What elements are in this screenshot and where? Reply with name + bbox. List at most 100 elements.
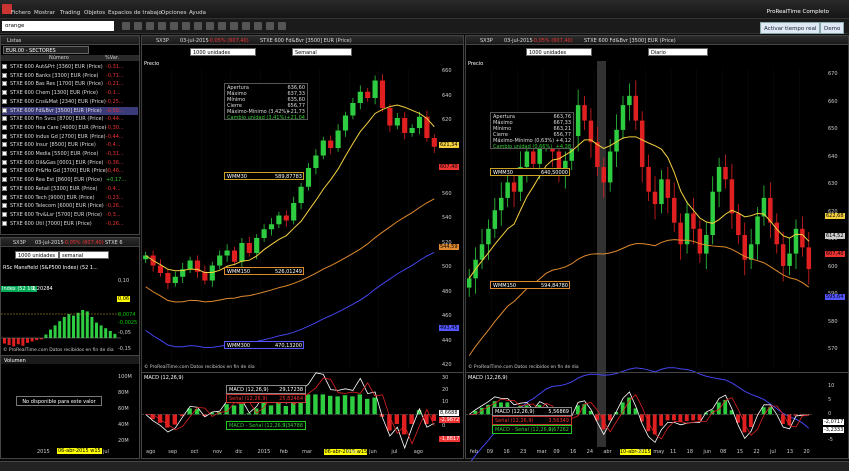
channel-icon[interactable] xyxy=(170,22,178,30)
fibonacci-icon[interactable] xyxy=(182,22,190,30)
list-item-checkbox[interactable] xyxy=(2,72,7,78)
y-axis-label: 480 xyxy=(442,288,452,295)
list-item-checkbox[interactable] xyxy=(2,151,7,156)
menu-ayuda[interactable]: Ayuda xyxy=(189,10,206,16)
search-input[interactable]: orange xyxy=(2,21,114,31)
x-axis-label: 08 xyxy=(720,449,727,455)
rsc-bar xyxy=(30,338,34,342)
menu-bar: Fichero Mostrar Trading Objetos Espacios… xyxy=(0,0,849,19)
weekly-name: STXE 600 Fd&Bvr [3500] EUR (Price) xyxy=(260,38,352,44)
eraser-icon[interactable] xyxy=(218,22,226,30)
bar-chart-icon[interactable] xyxy=(122,22,130,30)
list-item-checkbox[interactable] xyxy=(2,64,7,69)
daily-macd-bar xyxy=(787,414,792,426)
rsc-bar xyxy=(113,333,117,338)
list-item[interactable]: STXE 600 Insur [8500] EUR (Price) -0,4... xyxy=(2,141,138,149)
weekly-period-select[interactable]: Semanal xyxy=(292,48,352,56)
list-item[interactable]: STXE 600 Aut&Prt [3360] EUR (Price) -0,31… xyxy=(2,63,138,71)
list-item[interactable]: STXE 600 Indus Gd [2700] EUR (Price) -0,4… xyxy=(2,133,138,141)
line-tool-icon[interactable] xyxy=(158,22,166,30)
zoom-icon[interactable] xyxy=(146,22,154,30)
weekly-units-select[interactable]: 1000 unidades xyxy=(190,48,256,56)
list-item[interactable]: STXE 600 Pr&Ho Gd [3700] EUR (Price) -0,4… xyxy=(2,167,138,175)
menu-fichero[interactable]: Fichero xyxy=(11,10,31,16)
realtime-button[interactable]: Activar tiempo real xyxy=(760,22,821,34)
daily-macd-axis-0: 0 xyxy=(828,411,832,417)
text-tool-icon[interactable] xyxy=(194,22,202,30)
y-axis-label: 640 xyxy=(442,92,452,99)
menu-mostrar[interactable]: Mostrar xyxy=(34,10,55,16)
measure-icon[interactable] xyxy=(206,22,214,30)
list-item[interactable]: STXE 600 Rea Est [8600] EUR (Price) +0,17… xyxy=(2,176,138,184)
demo-button[interactable]: Demo xyxy=(820,22,845,34)
small-units-select[interactable]: 1000 unidades xyxy=(15,251,59,259)
list-item-name: STXE 600 Rea Est [8600] EUR (Price) xyxy=(10,177,103,184)
list-item[interactable]: STXE 600 Retail [5300] EUR (Price) -0,4..… xyxy=(2,185,138,193)
menu-espacios[interactable]: Espacios de trabajo xyxy=(108,10,162,16)
daily-units-select[interactable]: 1000 unidades xyxy=(526,48,592,56)
list-item-checkbox[interactable] xyxy=(2,142,7,148)
daily-period-select[interactable]: Diario xyxy=(648,48,708,56)
list-item-checkbox[interactable] xyxy=(2,81,7,87)
grid-icon[interactable] xyxy=(278,22,286,30)
magnet-icon[interactable] xyxy=(242,22,250,30)
list-item-checkbox[interactable] xyxy=(2,220,7,226)
list-item[interactable]: STXE 600 Tech [9000] EUR (Price) -0,23... xyxy=(2,194,138,202)
list-selector[interactable]: EUR.00 - SECTORES xyxy=(3,46,89,54)
list-item-var: -0,30... xyxy=(106,124,124,131)
list-item-name: STXE 600 Indus Gd [2700] EUR (Price) xyxy=(10,133,106,140)
daily-candle xyxy=(498,197,504,211)
list-item-checkbox[interactable] xyxy=(2,107,7,113)
x-axis-label: 09 xyxy=(486,449,494,455)
list-item-checkbox[interactable] xyxy=(2,124,7,130)
weekly-candle xyxy=(379,80,386,108)
daily-candle xyxy=(531,151,536,164)
menu-opciones[interactable]: Opciones xyxy=(161,10,186,16)
list-item-checkbox[interactable] xyxy=(2,194,7,200)
cursor-icon[interactable] xyxy=(134,22,142,30)
weekly-price-tab[interactable]: Precio xyxy=(144,61,159,67)
rsc-bar xyxy=(53,325,57,338)
list-item[interactable]: STXE 600 Chem [1300] EUR (Price) -0,1... xyxy=(2,89,138,97)
list-item[interactable]: STXE 600 Fd&Bvr [3500] EUR (Price) -0,50.… xyxy=(2,106,138,115)
x-axis-label: feb xyxy=(470,449,479,455)
list-item-checkbox[interactable] xyxy=(2,185,7,191)
volume-title: Volumen xyxy=(4,358,26,364)
list-item-checkbox[interactable] xyxy=(2,90,7,96)
list-item-checkbox[interactable] xyxy=(2,159,7,165)
rsc-axis-2: -0,05 xyxy=(118,330,131,336)
list-item[interactable]: STXE 600 Cns&Mat [2340] EUR (Price) -0,25… xyxy=(2,98,138,106)
menu-trading[interactable]: Trading xyxy=(60,10,80,16)
x-axis-label: 11 xyxy=(670,449,677,455)
list-item[interactable]: STXE 600 Hea Care [4000] EUR (Price) -0,3… xyxy=(2,124,138,132)
list-item-var: -0,3... xyxy=(106,211,121,218)
list-item[interactable]: STXE 600 Banks [3300] EUR (Price) -0,71..… xyxy=(2,72,138,80)
list-item-checkbox[interactable] xyxy=(2,177,7,183)
menu-objetos[interactable]: Objetos xyxy=(84,10,105,16)
list-item-checkbox[interactable] xyxy=(2,133,7,139)
lock-icon[interactable] xyxy=(230,22,238,30)
col-var-header[interactable]: %Var. xyxy=(105,55,119,61)
list-item[interactable]: STXE 600 Oil&Gas [0001] EUR (Price) -0,36… xyxy=(2,159,138,167)
col-name-header[interactable]: Número xyxy=(49,55,69,61)
list-item-checkbox[interactable] xyxy=(2,211,7,217)
daily-macd-bar xyxy=(748,414,753,427)
list-item-checkbox[interactable] xyxy=(2,168,7,174)
daily-price-tab[interactable]: Precio xyxy=(468,61,483,67)
list-item[interactable]: STXE 600 Bas Res [1700] EUR (Price) -0,21… xyxy=(2,80,138,88)
list-item[interactable]: STXE 600 Telecom [6000] EUR (Price) -0,26… xyxy=(2,202,138,210)
list-item-checkbox[interactable] xyxy=(2,116,7,122)
list-item-checkbox[interactable] xyxy=(2,98,7,104)
list-item[interactable]: STXE 600 Media [5500] EUR (Price) -0,31..… xyxy=(2,150,138,158)
daily-macd-panel: MACD (12,26,9) MACD (12,26,9) 5,56869 Señ… xyxy=(466,372,848,447)
small-period-select[interactable]: semanal xyxy=(59,251,109,259)
list-item[interactable]: STXE 600 Util [7000] EUR (Price) -0,26... xyxy=(2,220,138,228)
list-item-checkbox[interactable] xyxy=(2,203,7,209)
settings-icon[interactable] xyxy=(254,22,262,30)
daily-candle xyxy=(665,179,671,198)
y-axis-label: 660 xyxy=(828,98,838,105)
rsc-bar xyxy=(16,338,20,345)
list-item[interactable]: STXE 600 Fin Svcs [8700] EUR (Price) -0,4… xyxy=(2,115,138,123)
palette-icon[interactable] xyxy=(266,22,274,30)
list-item[interactable]: STXE 600 Trv&Lsr [5700] EUR (Price) -0,3.… xyxy=(2,211,138,219)
